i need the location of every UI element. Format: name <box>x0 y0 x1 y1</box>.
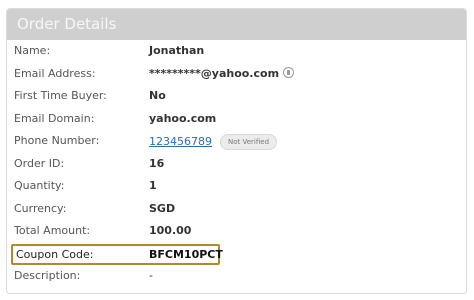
row-email-domain: Email Domain: yahoo.com <box>7 108 466 131</box>
row-description: Description: - <box>7 265 466 288</box>
first-time-buyer-value: No <box>149 89 166 102</box>
row-phone-number: Phone Number: 123456789 Not Verified <box>7 130 466 153</box>
order-id-value: 16 <box>149 156 165 170</box>
quantity-label: Quantity: <box>14 179 65 192</box>
first-time-buyer-label: First Time Buyer: <box>14 89 107 102</box>
currency-label: Currency: <box>14 201 67 215</box>
order-details-list: Name: Jonathan Email Address: *********@… <box>7 40 466 288</box>
quantity-value: 1 <box>149 179 157 192</box>
row-quantity: Quantity: 1 <box>7 175 466 198</box>
email-domain-label: Email Domain: <box>14 111 95 125</box>
panel-title: Order Details <box>7 9 466 40</box>
name-label: Name: <box>14 44 51 57</box>
phone-number-label: Phone Number: <box>14 134 100 147</box>
email-address-value: *********@yahoo.com <box>149 66 280 80</box>
row-email-address: Email Address: *********@yahoo.com <box>7 63 466 86</box>
row-order-id: Order ID: 16 <box>7 153 466 176</box>
coupon-code-label: Coupon Code: <box>16 247 94 261</box>
phone-number-value-wrap: 123456789 Not Verified <box>149 134 278 150</box>
email-address-label: Email Address: <box>14 66 96 80</box>
currency-value: SGD <box>149 201 176 215</box>
order-details-panel: Order Details Name: Jonathan Email Addre… <box>6 8 467 294</box>
coupon-code-highlight: Coupon Code: BFCM10PCT <box>11 243 223 265</box>
phone-number-link[interactable]: 123456789 <box>149 135 212 148</box>
info-icon[interactable] <box>283 66 295 78</box>
name-value: Jonathan <box>149 44 205 57</box>
email-address-value-wrap: *********@yahoo.com <box>149 66 295 81</box>
email-domain-value: yahoo.com <box>149 111 217 125</box>
description-label: Description: <box>14 269 81 282</box>
row-currency: Currency: SGD <box>7 198 466 221</box>
order-id-label: Order ID: <box>14 156 65 170</box>
description-value: - <box>149 269 153 282</box>
total-amount-value: 100.00 <box>149 224 192 237</box>
not-verified-badge: Not Verified <box>220 134 278 150</box>
row-name: Name: Jonathan <box>7 40 466 63</box>
total-amount-label: Total Amount: <box>14 224 91 237</box>
row-coupon-code: Coupon Code: BFCM10PCT <box>7 243 466 266</box>
row-total-amount: Total Amount: 100.00 <box>7 220 466 243</box>
coupon-code-value: BFCM10PCT <box>149 247 223 261</box>
row-first-time-buyer: First Time Buyer: No <box>7 85 466 108</box>
